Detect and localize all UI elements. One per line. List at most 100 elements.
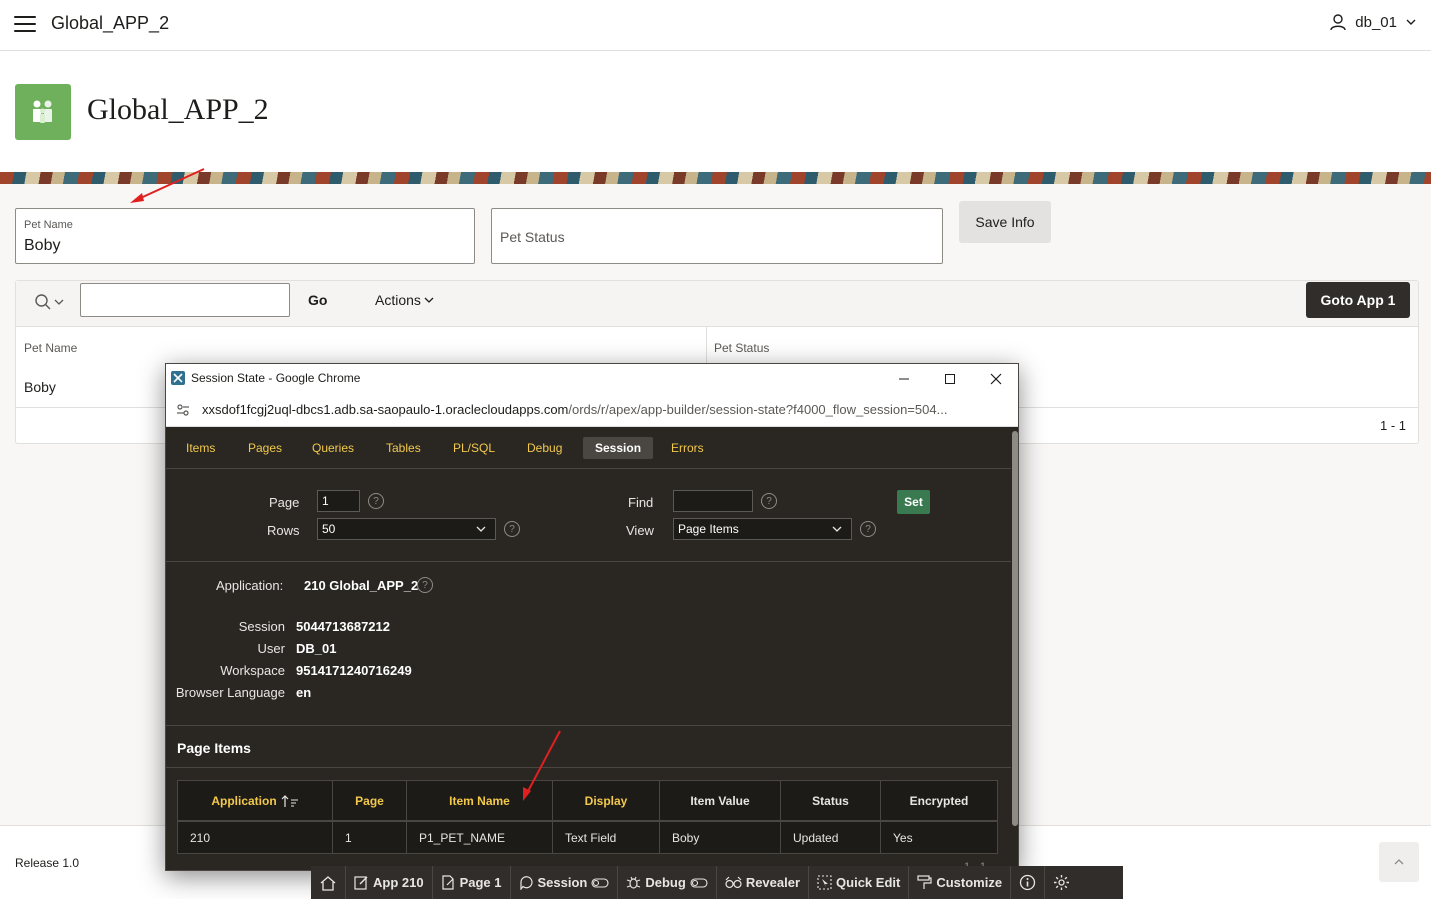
actions-label: Actions xyxy=(375,292,421,308)
column-header-status[interactable]: Status xyxy=(780,780,881,821)
url-bar[interactable]: xxsdof1fcgj2uql-dbcs1.adb.sa-saopaulo-1.… xyxy=(166,393,1018,427)
pet-name-label: Pet Name xyxy=(24,219,73,231)
user-value: DB_01 xyxy=(296,641,337,656)
rows-select[interactable]: 50 xyxy=(317,518,496,540)
window-titlebar[interactable]: Session State - Google Chrome xyxy=(166,364,1018,393)
column-header-item-name[interactable]: Item Name xyxy=(406,780,553,821)
column-header-encrypted[interactable]: Encrypted xyxy=(880,780,998,821)
close-icon xyxy=(990,373,1002,384)
chevron-down-icon xyxy=(832,526,842,532)
header-app-title[interactable]: Global_APP_2 xyxy=(51,13,169,34)
dev-settings-button[interactable] xyxy=(1045,866,1078,899)
dev-page-button[interactable]: Page 1 xyxy=(433,866,511,899)
hero-region: Global_APP_2 xyxy=(0,51,1431,172)
url-text: xxsdof1fcgj2uql-dbcs1.adb.sa-saopaulo-1.… xyxy=(202,402,1002,417)
home-icon xyxy=(320,875,336,891)
dev-revealer-button[interactable]: Revealer xyxy=(717,866,810,899)
tab-session[interactable]: Session xyxy=(583,437,654,459)
dev-quick-edit-label: Quick Edit xyxy=(836,875,901,890)
page-label: Page xyxy=(269,495,300,510)
session-icon xyxy=(519,876,533,890)
scrollbar-thumb[interactable] xyxy=(1012,431,1018,826)
go-button[interactable]: Go xyxy=(308,292,327,308)
session-state-window: Session State - Google Chrome xxsdof1fcg… xyxy=(165,363,1019,871)
tab-items[interactable]: Items xyxy=(174,437,227,459)
workspace-label: Workspace xyxy=(220,663,285,678)
user-label: User xyxy=(257,641,285,656)
help-icon[interactable]: ? xyxy=(860,521,876,537)
tab-tables[interactable]: Tables xyxy=(374,437,433,459)
column-header-display[interactable]: Display xyxy=(552,780,660,821)
column-header-application[interactable]: Application xyxy=(177,780,333,821)
pet-name-field[interactable]: Pet Name Boby xyxy=(15,208,475,264)
url-host: xxsdof1fcgj2uql-dbcs1.adb.sa-saopaulo-1.… xyxy=(202,402,569,417)
set-button[interactable]: Set xyxy=(897,490,930,514)
table-cell: Boby xyxy=(659,821,781,854)
tab-errors[interactable]: Errors xyxy=(659,437,716,459)
quick-edit-icon xyxy=(817,875,832,890)
help-icon[interactable]: ? xyxy=(504,521,520,537)
report-toolbar: Go Actions Goto App 1 xyxy=(16,281,1418,327)
scroll-to-top-button[interactable] xyxy=(1379,842,1419,882)
pet-name-value[interactable]: Boby xyxy=(24,237,60,255)
view-select[interactable]: Page Items xyxy=(673,518,852,540)
page-items-section: Page Items Application Page Item Name Di… xyxy=(166,726,1011,870)
dev-customize-button[interactable]: Customize xyxy=(909,866,1012,899)
sort-ascending-icon xyxy=(281,794,298,807)
actions-menu-button[interactable]: Actions xyxy=(375,292,434,308)
dev-debug-button[interactable]: Debug xyxy=(618,866,717,899)
pet-status-field[interactable]: Pet Status xyxy=(491,208,943,264)
column-header-item-value[interactable]: Item Value xyxy=(659,780,781,821)
gear-icon xyxy=(1054,875,1070,890)
find-input[interactable] xyxy=(673,490,753,512)
minimize-button[interactable] xyxy=(881,364,927,393)
table-cell: Text Field xyxy=(552,821,660,854)
popup-scrollbar[interactable] xyxy=(1011,427,1018,870)
dev-quick-edit-button[interactable]: Quick Edit xyxy=(809,866,910,899)
page-items-title: Page Items xyxy=(177,740,251,756)
table-cell: Yes xyxy=(880,821,998,854)
user-menu[interactable]: db_01 xyxy=(1329,13,1417,31)
chevron-down-icon xyxy=(424,297,434,303)
dev-session-button[interactable]: Session xyxy=(511,866,619,899)
rows-value: 50 xyxy=(322,522,336,536)
tab-debug[interactable]: Debug xyxy=(515,437,574,459)
search-input[interactable] xyxy=(80,283,290,317)
rows-label: Rows xyxy=(267,523,300,538)
revealer-icon xyxy=(725,876,742,889)
column-header-pet-name[interactable]: Pet Name xyxy=(24,341,77,355)
goto-app-1-button[interactable]: Goto App 1 xyxy=(1306,282,1410,318)
tab-pages[interactable]: Pages xyxy=(236,437,294,459)
dev-info-button[interactable] xyxy=(1011,866,1046,899)
tab-plsql[interactable]: PL/SQL xyxy=(441,437,507,459)
session-label: Session xyxy=(238,619,285,634)
dev-app-button[interactable]: App 210 xyxy=(346,866,433,899)
close-button[interactable] xyxy=(973,364,1018,393)
help-icon[interactable]: ? xyxy=(417,577,433,593)
decorative-banner xyxy=(0,172,1431,184)
page-input[interactable]: 1 xyxy=(317,490,360,512)
dev-page-label: Page 1 xyxy=(459,875,502,890)
paint-roller-icon xyxy=(917,875,932,889)
table-cell: Updated xyxy=(780,821,881,854)
dev-home-button[interactable] xyxy=(311,866,346,899)
pet-status-placeholder: Pet Status xyxy=(500,229,565,245)
hamburger-menu-icon[interactable] xyxy=(14,16,36,32)
release-label: Release 1.0 xyxy=(15,856,80,870)
maximize-button[interactable] xyxy=(927,364,973,393)
toggle-icon xyxy=(591,877,609,888)
user-icon xyxy=(1330,14,1346,31)
column-header-page[interactable]: Page xyxy=(332,780,407,821)
save-info-button[interactable]: Save Info xyxy=(959,201,1051,243)
tab-queries[interactable]: Queries xyxy=(300,437,366,459)
apex-logo-icon xyxy=(171,371,185,385)
window-title: Session State - Google Chrome xyxy=(191,371,361,385)
search-column-selector[interactable] xyxy=(34,293,64,311)
report-pagination: 1 - 1 xyxy=(1379,418,1406,433)
column-header-label: Application xyxy=(211,793,277,808)
column-header-pet-status[interactable]: Pet Status xyxy=(714,341,769,355)
help-icon[interactable]: ? xyxy=(368,493,384,509)
help-icon[interactable]: ? xyxy=(761,493,777,509)
filter-panel: Page 1 ? Rows 50 ? Find ? Set View Page … xyxy=(166,470,1011,562)
table-cell: 210 xyxy=(177,821,333,854)
